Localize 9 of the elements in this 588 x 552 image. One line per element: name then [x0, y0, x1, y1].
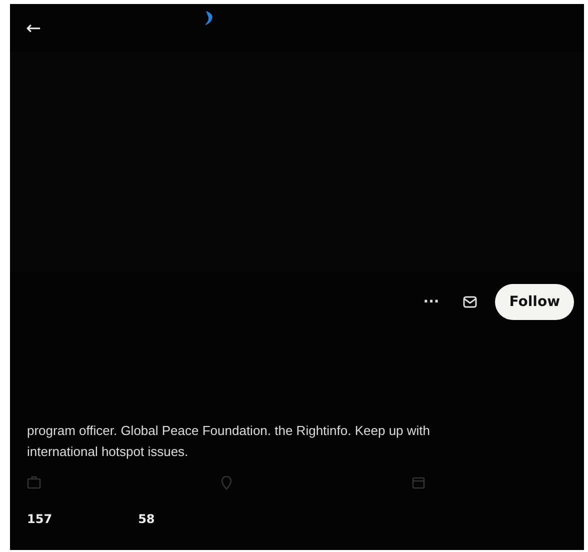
- briefcase-icon: [27, 476, 41, 489]
- bio-text: program officer. Global Peace Foundation. the Rightinfo. Keep up with international hotspot issues.: [27, 422, 432, 461]
- location-icon: [221, 476, 232, 490]
- stat-count: 157: [27, 512, 52, 526]
- back-button[interactable]: ←: [26, 18, 42, 38]
- stat-count: 58: [138, 512, 155, 526]
- calendar-icon: [412, 476, 425, 489]
- more-button[interactable]: ···: [417, 290, 446, 314]
- follow-button[interactable]: Follow: [495, 284, 574, 320]
